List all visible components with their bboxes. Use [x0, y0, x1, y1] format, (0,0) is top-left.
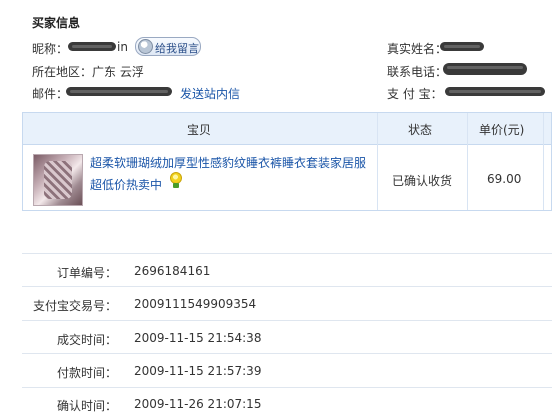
redacted-nickname — [68, 42, 116, 51]
order-number-label: 订单编号： — [56, 266, 117, 280]
item-status: 已确认收货 — [392, 174, 453, 188]
header-item: 宝贝 — [187, 123, 212, 137]
deal-time-value: 2009-11-15 21:54:38 — [134, 331, 262, 345]
confirm-time-value: 2009-11-26 21:07:15 — [134, 397, 262, 411]
table-header: 宝贝 状态 单价(元) — [23, 113, 551, 145]
column-divider — [377, 113, 378, 210]
order-item-table: 宝贝 状态 单价(元) 超柔软珊瑚绒加厚型性感豹纹睡衣裤睡衣套装家居服 超低价热… — [22, 112, 552, 211]
realname-label: 真实姓名： — [387, 42, 448, 56]
mail-label: 邮件： — [32, 87, 69, 101]
leave-message-label: 给我留言 — [155, 42, 199, 55]
item-thumbnail[interactable] — [33, 154, 83, 206]
redacted-email — [66, 87, 172, 96]
header-status: 状态 — [408, 123, 433, 137]
divider — [22, 286, 552, 287]
divider — [22, 320, 552, 321]
section-title-buyer-info: 买家信息 — [32, 16, 81, 30]
leave-message-button[interactable]: 给我留言 — [135, 37, 201, 56]
header-price: 单价(元) — [479, 123, 525, 137]
phone-label: 联系电话： — [387, 65, 448, 79]
message-bubble-icon — [138, 39, 153, 54]
send-site-message-link[interactable]: 发送站内信 — [180, 85, 240, 102]
order-number-value: 2696184161 — [134, 264, 211, 278]
alipay-label: 支 付 宝： — [387, 87, 443, 101]
divider — [22, 353, 552, 354]
confirm-time-label: 确认时间： — [56, 399, 117, 413]
item-price: 69.00 — [487, 172, 522, 186]
region-label: 所在地区： — [32, 65, 93, 79]
column-divider — [467, 113, 468, 210]
region-value: 广东 云浮 — [92, 65, 144, 79]
nickname-label: 昵称： — [32, 42, 69, 56]
payment-time-label: 付款时间： — [56, 366, 117, 380]
redacted-realname — [440, 42, 484, 51]
bulb-icon — [169, 172, 183, 188]
column-divider — [543, 113, 544, 210]
alipay-trade-number-label: 支付宝交易号： — [32, 299, 117, 313]
divider — [22, 253, 552, 254]
nickname-suffix: in — [117, 40, 128, 54]
redacted-phone — [443, 63, 527, 75]
divider — [22, 387, 552, 388]
deal-time-label: 成交时间： — [56, 333, 117, 347]
payment-time-value: 2009-11-15 21:57:39 — [134, 364, 262, 378]
item-title-link[interactable]: 超柔软珊瑚绒加厚型性感豹纹睡衣裤睡衣套装家居服 — [90, 154, 366, 171]
item-title-link-line2[interactable]: 超低价热卖中 — [90, 176, 162, 193]
redacted-alipay-account — [445, 87, 545, 96]
alipay-trade-number-value: 2009111549909354 — [134, 297, 257, 311]
